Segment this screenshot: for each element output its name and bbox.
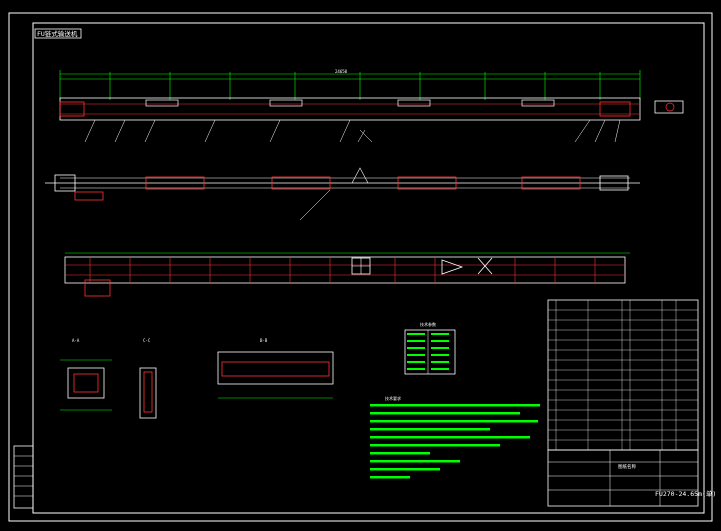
bill-of-materials (547, 299, 699, 451)
drawing-canvas: FU链式输送机 24650 A-A C-C B-B 技术参数 技术要求 图纸名称… (8, 12, 716, 522)
notes-heading: 技术要求 (385, 395, 401, 401)
section-c-label: C-C (143, 338, 151, 343)
drawing-frame (32, 22, 705, 514)
section-b: B-B (217, 338, 334, 399)
plan-view (45, 167, 640, 221)
section-a-label: A-A (72, 338, 80, 343)
parameter-table: 技术参数 (404, 321, 456, 375)
parameter-table-title: 技术参数 (420, 321, 436, 327)
section-b-label: B-B (260, 338, 268, 343)
overall-length-dim: 24650 (335, 69, 348, 74)
revision-strip (13, 445, 34, 509)
technical-notes: 技术要求 (370, 395, 540, 479)
elevation-view: 24650 (59, 69, 684, 143)
bottom-view (64, 252, 630, 297)
sheet-border (8, 12, 713, 522)
header-tag: FU链式输送机 (37, 29, 78, 38)
section-c: C-C (139, 338, 157, 419)
cad-drawing-viewport[interactable]: FU链式输送机 24650 A-A C-C B-B 技术参数 技术要求 图纸名称… (0, 0, 721, 531)
title-block: 图纸名称 FU270-24.65m(单) (547, 449, 716, 507)
section-a: A-A (60, 338, 112, 411)
title-block-company: 图纸名称 (618, 463, 636, 470)
title-block-drawing-no: FU270-24.65m(单) (655, 489, 716, 498)
